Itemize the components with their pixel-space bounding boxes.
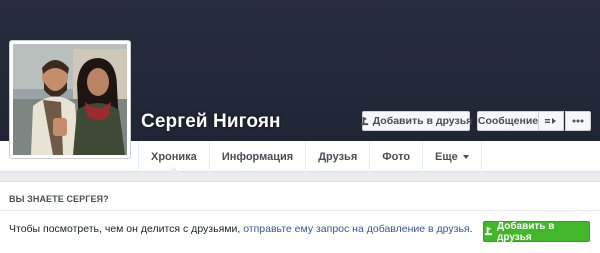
profile-photo <box>13 44 127 155</box>
message-label: Сообщение <box>477 115 539 127</box>
tab-friends[interactable]: Друзья <box>305 141 369 172</box>
more-options-button[interactable] <box>565 111 591 131</box>
add-friend-green-label: Добавить в друзья <box>497 220 555 243</box>
message-button[interactable]: Сообщение <box>477 111 539 131</box>
know-person-title: ВЫ ЗНАЕТЕ СЕРГЕЯ? <box>9 194 109 204</box>
chevron-down-icon <box>462 154 469 159</box>
profile-picture[interactable] <box>9 40 131 159</box>
tab-timeline[interactable]: Хроника <box>138 141 209 173</box>
know-person-prefix: Чтобы посмотреть, чем он делится с друзь… <box>9 223 244 235</box>
follow-icon <box>545 117 557 125</box>
know-person-box: ВЫ ЗНАЕТЕ СЕРГЕЯ? Чтобы посмотреть, чем … <box>0 181 600 253</box>
profile-tabs: Хроника Информация Друзья Фото Еще <box>138 141 482 173</box>
follow-button[interactable] <box>538 111 564 131</box>
add-friend-green-button[interactable]: Добавить в друзья <box>483 220 590 243</box>
tab-about[interactable]: Информация <box>208 141 305 172</box>
tab-more[interactable]: Еще <box>422 141 482 172</box>
tab-label: Информация <box>221 150 294 163</box>
add-friend-label: Добавить в друзья <box>372 115 473 127</box>
add-friend-button[interactable]: Добавить в друзья <box>360 111 473 131</box>
tab-label: Хроника <box>151 150 197 163</box>
divider <box>0 210 600 211</box>
tab-photos[interactable]: Фото <box>369 141 422 172</box>
add-friend-icon <box>484 227 493 236</box>
profile-name[interactable]: Сергей Нигоян <box>141 111 281 133</box>
tab-label: Еще <box>435 150 458 163</box>
tab-label: Фото <box>382 150 411 163</box>
tab-label: Друзья <box>318 150 358 163</box>
send-request-link[interactable]: отправьте ему запрос на добавление в дру… <box>243 223 469 235</box>
know-person-text: Чтобы посмотреть, чем он делится с друзь… <box>9 223 473 235</box>
know-person-suffix: . <box>469 223 473 235</box>
add-friend-icon <box>360 116 369 126</box>
more-dots-icon <box>572 119 584 123</box>
